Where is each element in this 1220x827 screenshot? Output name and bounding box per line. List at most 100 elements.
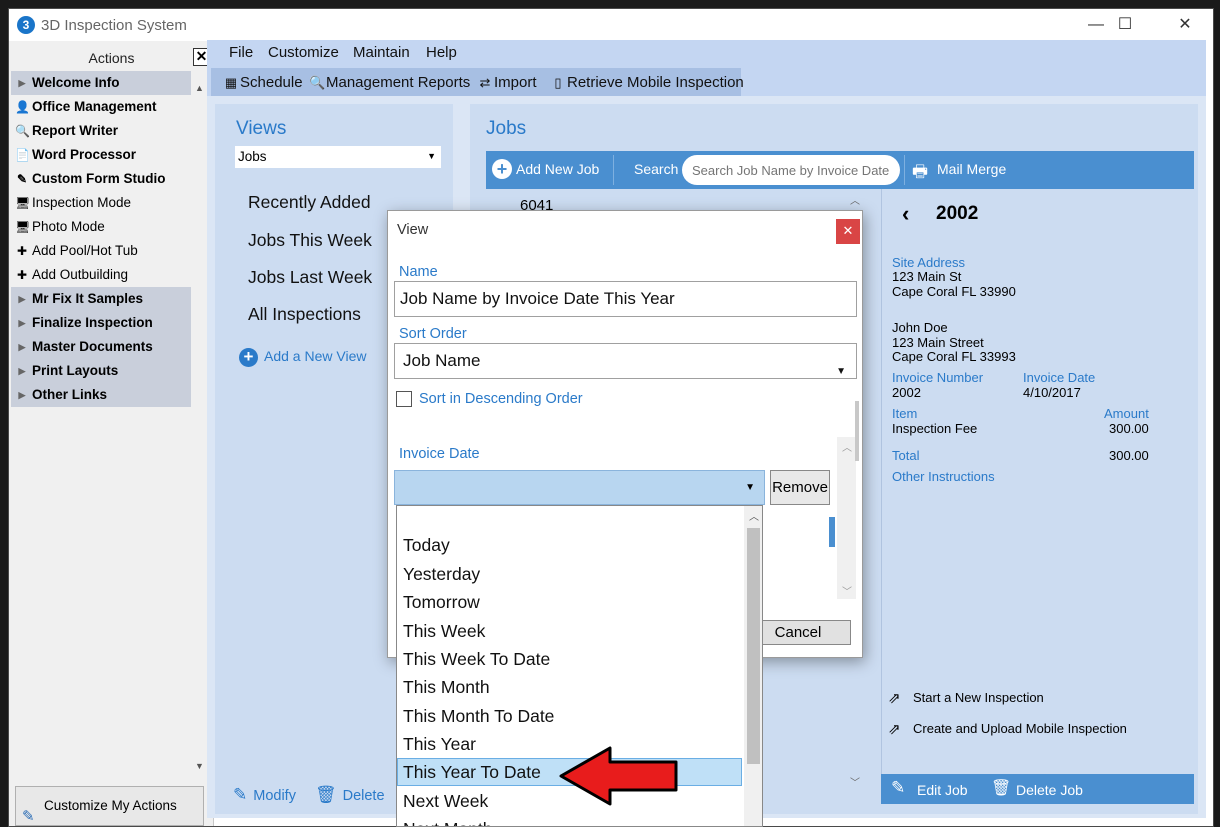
dropdown-option[interactable]: Today (397, 531, 742, 559)
menu-file[interactable]: File (229, 44, 253, 61)
actions-list: ▶ Welcome Info 👤 Office Management 🔍 Report W… (11, 71, 191, 407)
action-item[interactable]: ▶ Other Links (11, 383, 191, 407)
action-item-label: Word Processor (32, 147, 137, 162)
dropdown-option[interactable]: This Week To Date (397, 645, 742, 673)
action-item-label: Office Management (32, 99, 157, 114)
search-input[interactable] (682, 155, 900, 185)
dropdown-option[interactable]: This Month (397, 673, 742, 701)
modify-view-button[interactable]: ✎ Modify (233, 785, 296, 805)
descending-checkbox[interactable] (396, 391, 412, 407)
dropdown-option[interactable] (397, 506, 742, 522)
view-item-jobs-last-week[interactable]: Jobs Last Week (248, 267, 372, 288)
action-item[interactable]: 📄 Word Processor (11, 143, 191, 167)
action-item[interactable]: ▶ Print Layouts (11, 359, 191, 383)
action-item-label: Welcome Info (32, 75, 120, 90)
red-arrow-icon (559, 746, 678, 806)
jobs-title: Jobs (486, 118, 527, 139)
action-item[interactable]: ✚ Add Pool/Hot Tub (11, 239, 191, 263)
action-item[interactable]: 🖥 Inspection Mode (11, 191, 191, 215)
action-item[interactable]: ✎ Custom Form Studio (11, 167, 191, 191)
close-window-button[interactable]: ✕ (1156, 9, 1213, 41)
action-icon: 🖥 (15, 196, 31, 210)
action-icon: ✚ (16, 244, 28, 258)
edit-icon: ✎ (233, 785, 248, 804)
toolbar-divider (904, 155, 905, 185)
chevron-down-icon: ▼ (745, 482, 755, 493)
filter-highlight (829, 517, 835, 547)
menu-customize[interactable]: Customize (268, 44, 339, 61)
invoice-date-select[interactable]: ▼ (394, 470, 765, 505)
client-address-line1: 123 Main Street (892, 335, 984, 350)
dropdown-option[interactable]: Next Month (397, 815, 742, 826)
sort-order-select[interactable]: Job Name ▼ (394, 343, 857, 379)
mail-merge-button[interactable]: Mail Merge (937, 161, 1006, 177)
action-item[interactable]: ▶ Master Documents (11, 335, 191, 359)
view-item-recently-added[interactable]: Recently Added (248, 192, 371, 213)
view-item-jobs-this-week[interactable]: Jobs This Week (248, 230, 372, 251)
menu-maintain[interactable]: Maintain (353, 44, 410, 61)
search-label: Search (634, 161, 679, 177)
add-new-job-button[interactable]: Add New Job (516, 161, 599, 177)
schedule-button[interactable]: ▦ Schedule (223, 74, 303, 91)
dropdown-option[interactable]: Yesterday (397, 560, 742, 588)
actions-scrollbar[interactable]: ▲ ▼ (192, 81, 208, 781)
view-item-all-inspections[interactable]: All Inspections (248, 304, 361, 325)
action-item[interactable]: 🔍 Report Writer (11, 119, 191, 143)
dropdown-scroll-thumb[interactable] (747, 528, 760, 764)
management-reports-label: Management Reports (326, 74, 471, 91)
retrieve-mobile-button[interactable]: ▯ Retrieve Mobile Inspection (550, 74, 743, 91)
action-item[interactable]: ▶ Mr Fix It Samples (11, 287, 191, 311)
remove-button[interactable]: Remove (770, 470, 830, 505)
window-title: 3D Inspection System (41, 17, 187, 34)
management-reports-button[interactable]: 🔍Management Reports (309, 74, 470, 91)
maximize-button[interactable]: ☐ (1096, 9, 1154, 41)
expand-arrow-icon: ▶ (18, 366, 26, 376)
edit-job-button[interactable]: Edit Job (917, 782, 968, 798)
action-item[interactable]: 🖥 Photo Mode (11, 215, 191, 239)
import-label: Import (494, 74, 537, 91)
menu-help[interactable]: Help (426, 44, 457, 61)
action-item[interactable]: ▶ Finalize Inspection (11, 311, 191, 335)
site-address-label[interactable]: Site Address (892, 255, 965, 270)
client-name: John Doe (892, 320, 948, 335)
printer-icon: 🖶 (912, 162, 929, 181)
action-item-label: Print Layouts (32, 363, 119, 378)
amount-label: Amount (1104, 406, 1149, 421)
import-button[interactable]: ⇄ Import (477, 74, 537, 91)
add-view-link[interactable]: + Add a New View (239, 348, 366, 367)
scroll-up-icon[interactable]: ▲ (195, 83, 204, 93)
scroll-up-icon[interactable]: ︿ (749, 508, 759, 523)
expand-arrow-icon: ▶ (18, 294, 26, 304)
action-item[interactable]: 👤 Office Management (11, 95, 191, 119)
site-address-line2: Cape Coral FL 33990 (892, 284, 1016, 299)
amount-value: 300.00 (1109, 421, 1149, 436)
name-field[interactable]: Job Name by Invoice Date This Year (394, 281, 857, 317)
invoice-date-label: Invoice Date (1023, 370, 1096, 385)
scroll-up-icon[interactable]: ︿ (850, 192, 860, 207)
dropdown-option[interactable]: This Month To Date (397, 702, 742, 730)
back-chevron-icon[interactable]: ‹ (902, 201, 909, 227)
actions-panel: Actions ✕ ▶ Welcome Info 👤 Office Managemen… (9, 41, 214, 826)
scroll-down-icon[interactable]: ▼ (195, 761, 204, 771)
start-inspection-link[interactable]: Start a New Inspection (913, 690, 1044, 705)
create-upload-link[interactable]: Create and Upload Mobile Inspection (913, 721, 1127, 736)
scroll-up-icon[interactable]: ︿ (842, 439, 852, 454)
delete-view-button[interactable]: 🗑 Delete (315, 785, 385, 805)
dropdown-option[interactable]: Tomorrow (397, 588, 742, 616)
share-icon: ⇗ (888, 690, 901, 707)
action-item-label: Add Outbuilding (32, 267, 129, 282)
other-instructions-link[interactable]: Other Instructions (892, 469, 995, 484)
dialog-close-button[interactable]: ✕ (836, 219, 860, 244)
action-item[interactable]: ▶ Welcome Info (11, 71, 191, 95)
action-item[interactable]: ✚ Add Outbuilding (11, 263, 191, 287)
customize-actions-button[interactable]: ✎ Customize My Actions (15, 786, 204, 826)
scroll-down-icon[interactable]: ﹀ (850, 774, 860, 789)
action-item-label: Other Links (32, 387, 108, 402)
dropdown-option[interactable]: This Week (397, 617, 742, 645)
views-select[interactable]: Jobs ▼ (235, 146, 441, 168)
dialog-scrollbar[interactable]: ︿ ﹀ (837, 437, 856, 599)
descending-label[interactable]: Sort in Descending Order (419, 391, 583, 407)
delete-job-button[interactable]: Delete Job (1016, 782, 1083, 798)
customize-icon: ✎ (22, 808, 35, 825)
scroll-down-icon[interactable]: ﹀ (842, 583, 852, 598)
